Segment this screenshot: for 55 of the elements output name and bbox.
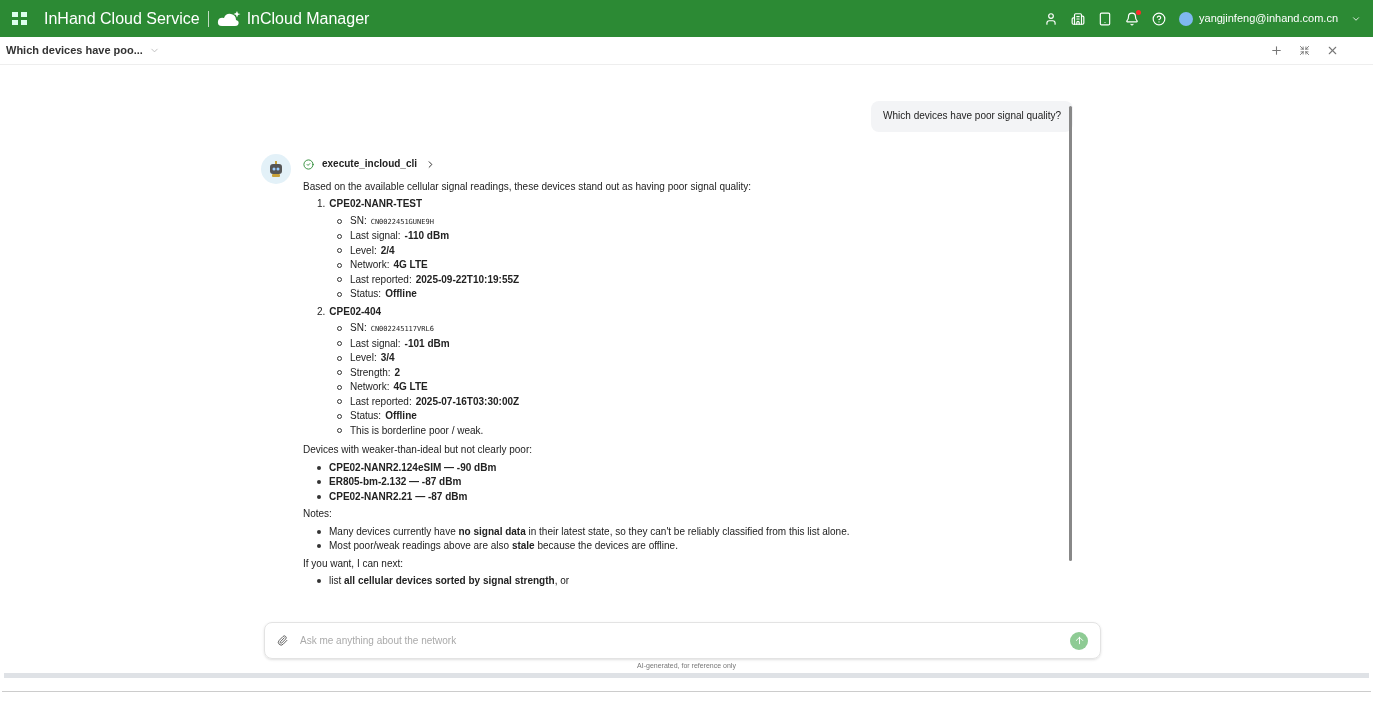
bullet-icon xyxy=(317,544,321,549)
device-detail: Network: 4G LTE xyxy=(350,258,428,272)
section-heading: Notes: xyxy=(303,507,333,521)
product-name: InCloud Manager xyxy=(246,8,370,29)
device-detail: Last reported: 2025-09-22T10:19:55Z xyxy=(350,272,520,287)
tool-call-name[interactable]: execute_incloud_cli xyxy=(322,157,418,172)
device-name: CPE02-NANR-TEST xyxy=(329,197,423,211)
user-email[interactable]: yangjinfeng@inhand.com.cn xyxy=(1199,10,1338,27)
bullet-icon xyxy=(317,494,321,499)
scrollbar[interactable] xyxy=(1069,106,1072,561)
note-text: Many devices currently have no signal data in their latest state, so they can't be reliably classified from this list alone. xyxy=(329,524,850,539)
bullet-icon xyxy=(317,480,321,485)
notification-icon[interactable] xyxy=(1125,11,1139,26)
conversation-title[interactable]: Which devices have poo... xyxy=(6,42,143,59)
bot-avatar-icon xyxy=(261,153,291,184)
chat-input[interactable]: Ask me anything about the network xyxy=(264,622,1101,659)
device-detail: Network: 4G LTE xyxy=(350,380,428,394)
device-detail: Status: Offline xyxy=(350,409,417,423)
brand-name: InHand Cloud Service xyxy=(44,8,200,29)
help-icon[interactable] xyxy=(1152,11,1166,26)
attach-icon[interactable] xyxy=(277,635,288,646)
list-number: 2. xyxy=(317,304,326,319)
device-detail: Level: 3/4 xyxy=(350,351,395,365)
new-chat-icon[interactable] xyxy=(1270,44,1283,57)
device-detail: This is borderline poor / weak. xyxy=(350,423,484,438)
building-icon[interactable] xyxy=(1071,11,1085,26)
user-icon[interactable] xyxy=(1044,11,1058,26)
device-detail: Status: Offline xyxy=(350,287,417,301)
device-detail: Last reported: 2025-07-16T03:30:00Z xyxy=(350,394,520,409)
apps-icon[interactable] xyxy=(12,11,28,26)
arrow-up-icon xyxy=(1073,635,1085,646)
section-heading: If you want, I can next: xyxy=(303,556,405,571)
device-detail: Last signal: -101 dBm xyxy=(350,336,450,351)
bullet-icon xyxy=(317,579,321,584)
close-icon[interactable] xyxy=(1326,44,1339,57)
bullet-icon xyxy=(317,529,321,534)
device-reading: CPE02-NANR2.21 — -87 dBm xyxy=(329,489,468,504)
cloud-logo-icon xyxy=(216,10,241,27)
user-message: Which devices have poor signal quality? xyxy=(871,101,1073,132)
answer-intro: Based on the available cellular signal readings, these devices stand out as having poor signal quality: xyxy=(303,179,753,194)
bullet-icon xyxy=(317,465,321,470)
device-reading: CPE02-NANR2.124eSIM — -90 dBm xyxy=(329,460,497,475)
device-detail: Strength: 2 xyxy=(350,365,401,380)
suggestion-text: list all cellular devices sorted by signal strength, or xyxy=(329,574,570,588)
device-reading: ER805-bm-2.132 — -87 dBm xyxy=(329,475,462,489)
collapse-icon[interactable] xyxy=(1299,45,1310,56)
device-detail: Level: 2/4 xyxy=(350,243,395,258)
note-text: Most poor/weak readings above are also stale because the devices are offline. xyxy=(329,539,678,553)
avatar-icon[interactable] xyxy=(1179,11,1193,26)
tablet-icon[interactable] xyxy=(1098,11,1112,26)
list-number: 1. xyxy=(317,197,326,211)
message-field[interactable]: Ask me anything about the network xyxy=(300,633,1070,648)
section-heading: Devices with weaker-than-ideal but not clearly poor: xyxy=(303,443,533,457)
device-detail: Last signal: -110 dBm xyxy=(350,229,450,243)
device-name: CPE02-404 xyxy=(329,304,382,319)
